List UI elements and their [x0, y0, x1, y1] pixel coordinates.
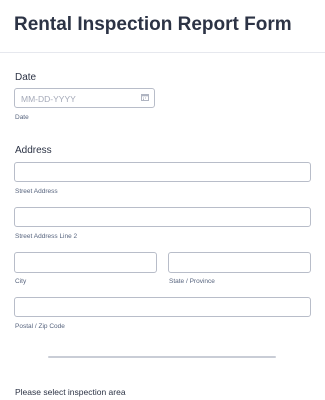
- form-title: Rental Inspection Report Form: [14, 14, 292, 35]
- date-sublabel: Date: [15, 114, 29, 121]
- inspection-area-label: Please select inspection area: [15, 387, 126, 397]
- city-input[interactable]: [14, 252, 157, 273]
- form-header: Rental Inspection Report Form: [0, 0, 325, 53]
- street-address-input[interactable]: [14, 162, 311, 182]
- page-divider: [48, 356, 276, 358]
- postal-code-input[interactable]: [14, 297, 311, 317]
- city-sublabel: City: [15, 278, 27, 285]
- date-input[interactable]: MM-DD-YYYY: [14, 88, 155, 108]
- state-province-sublabel: State / Province: [169, 278, 215, 285]
- street-address-line2-sublabel: Street Address Line 2: [15, 233, 78, 240]
- state-province-input[interactable]: [168, 252, 311, 273]
- postal-code-sublabel: Postal / Zip Code: [15, 323, 65, 330]
- street-address-line2-input[interactable]: [14, 207, 311, 227]
- date-label: Date: [15, 72, 37, 83]
- street-address-sublabel: Street Address: [15, 188, 58, 195]
- address-label: Address: [15, 145, 52, 156]
- calendar-icon[interactable]: [141, 94, 149, 101]
- date-placeholder: MM-DD-YYYY: [21, 94, 76, 104]
